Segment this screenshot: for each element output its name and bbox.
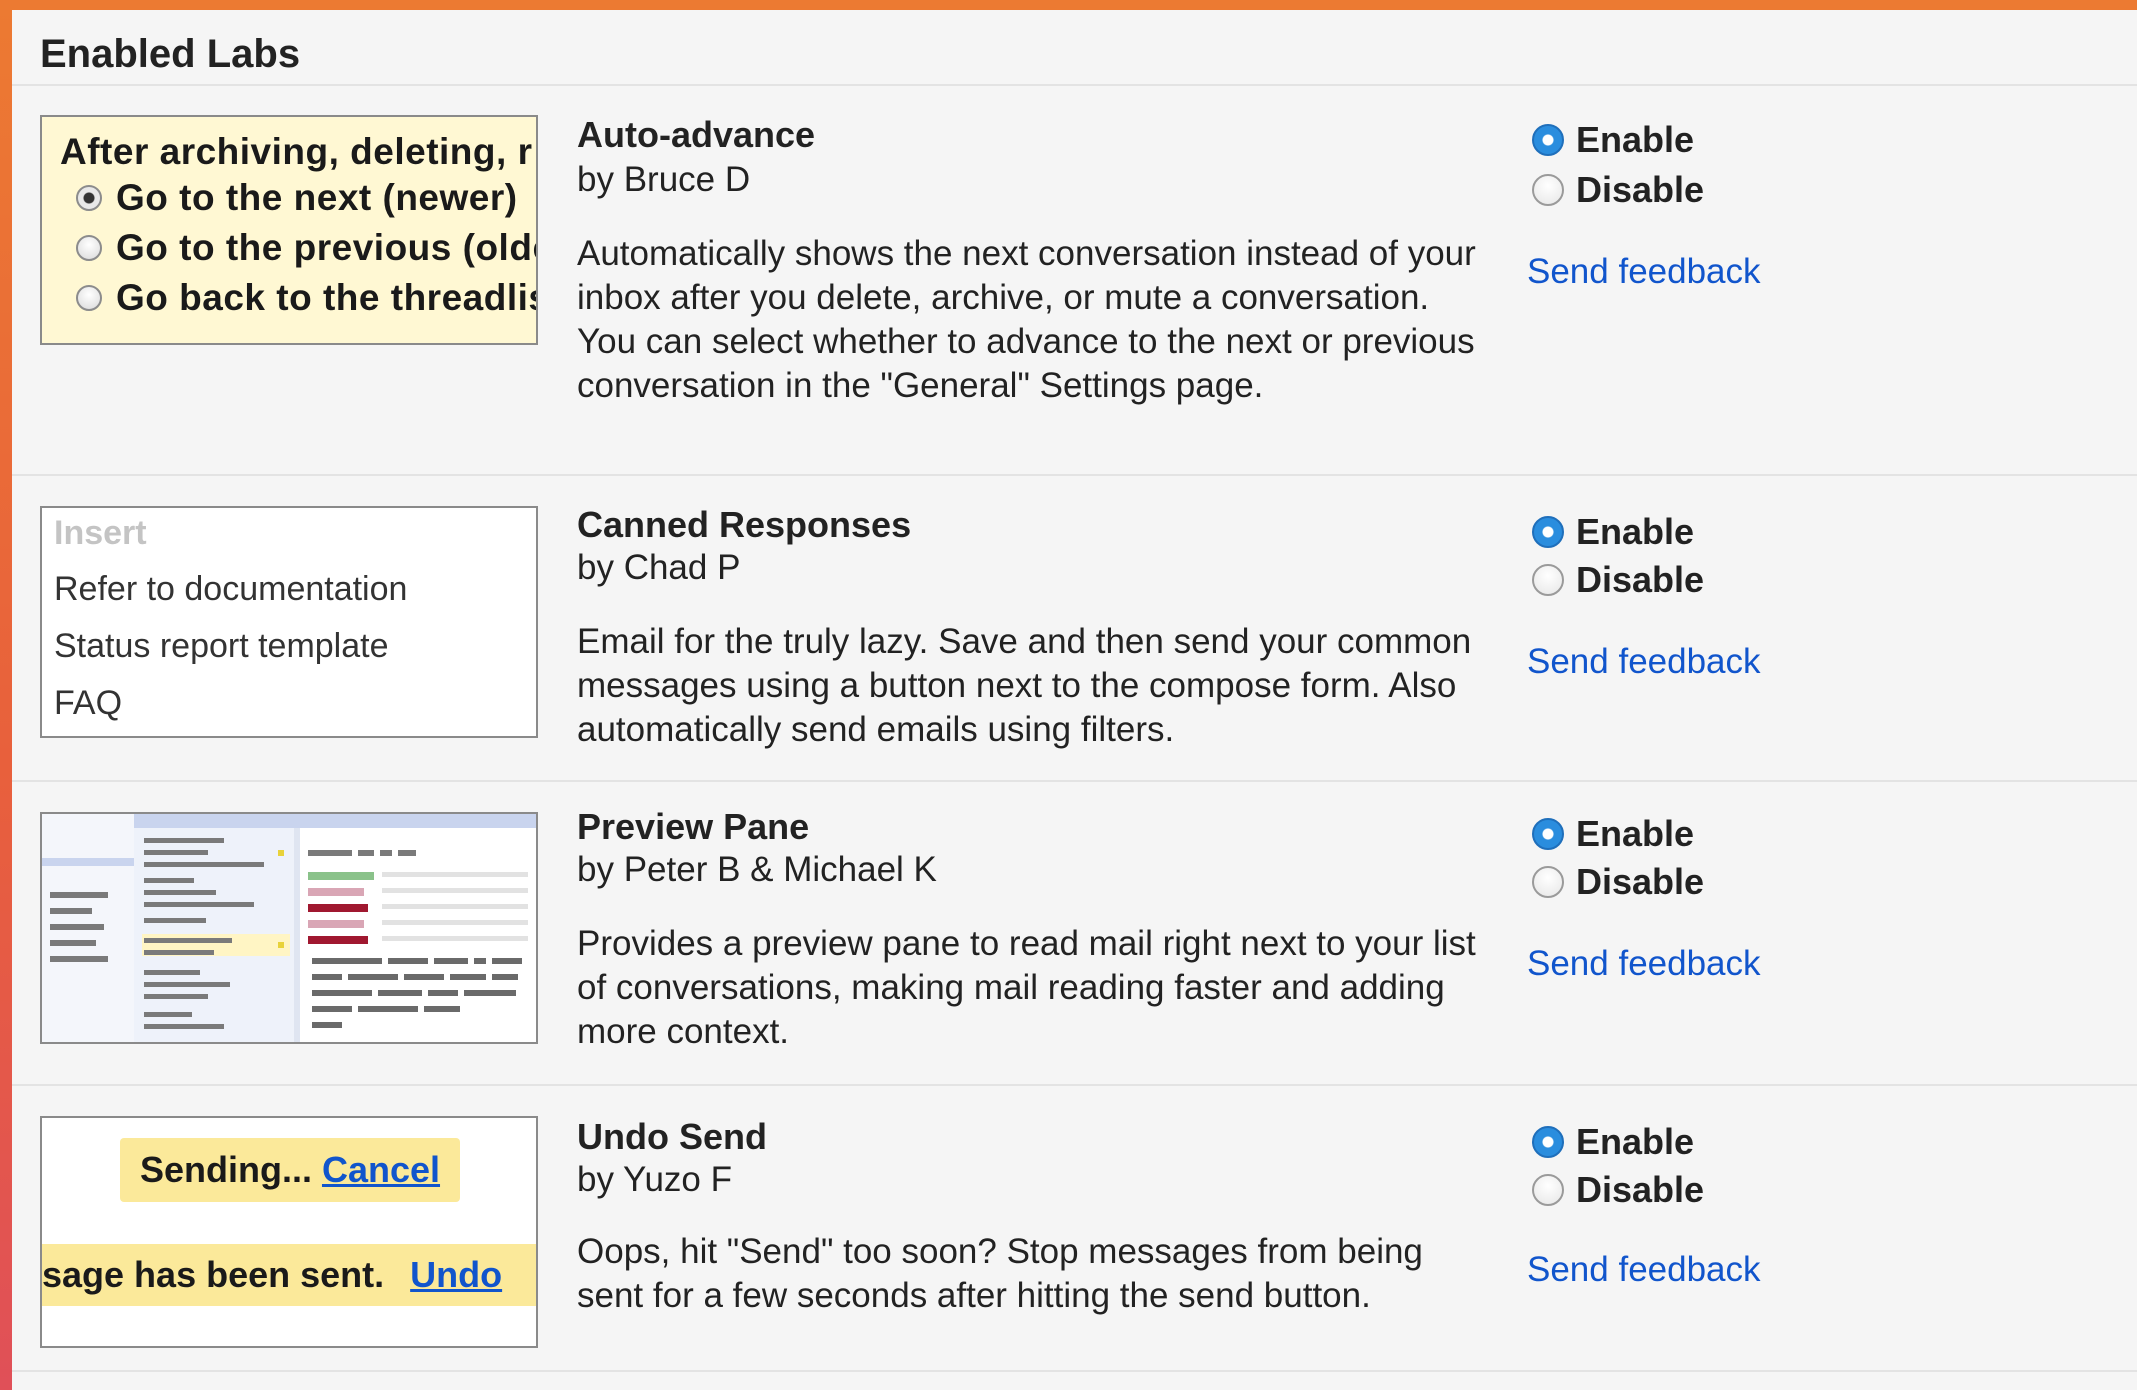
radio-unchecked-icon[interactable]: [1532, 564, 1564, 596]
auto-advance-preview: After archiving, deleting, r Go to the n…: [40, 115, 538, 345]
disable-radio[interactable]: Disable: [1532, 1168, 1704, 1212]
undo-send-preview: Sending... Cancel sage has been sent. Un…: [40, 1116, 538, 1348]
menu-item: Status report template: [54, 627, 389, 665]
radio-checked-icon[interactable]: [1532, 124, 1564, 156]
preview-setting-title: After archiving, deleting, r: [60, 131, 533, 172]
lab-author: by Chad P: [577, 548, 741, 587]
send-feedback-link[interactable]: Send feedback: [1527, 1250, 1761, 1290]
radio-unchecked-icon[interactable]: [1532, 866, 1564, 898]
disable-radio[interactable]: Disable: [1532, 558, 1704, 602]
lab-description: Provides a preview pane to read mail rig…: [577, 924, 1476, 1051]
radio-selected-icon: [76, 185, 102, 211]
enable-radio[interactable]: Enable: [1532, 812, 1694, 856]
enable-radio[interactable]: Enable: [1532, 118, 1694, 162]
lab-author: by Peter B & Michael K: [577, 850, 937, 889]
send-feedback-link[interactable]: Send feedback: [1527, 944, 1761, 984]
lab-name: Preview Pane: [577, 806, 810, 847]
labs-settings-page: Enabled Labs After archiving, deleting, …: [12, 10, 2137, 1390]
radio-checked-icon[interactable]: [1532, 818, 1564, 850]
radio-unchecked-icon[interactable]: [1532, 174, 1564, 206]
cancel-link: Cancel: [321, 1149, 441, 1190]
divider: [12, 1370, 2137, 1372]
preview-option: Go back to the threadlis: [76, 277, 536, 319]
lab-name: Auto-advance: [577, 114, 816, 155]
radio-unselected-icon: [76, 235, 102, 261]
lab-row-undo-send: Sending... Cancel sage has been sent. Un…: [12, 1084, 2137, 1390]
disable-radio[interactable]: Disable: [1532, 860, 1704, 904]
lab-name: Canned Responses: [577, 504, 912, 545]
window-frame: Enabled Labs After archiving, deleting, …: [0, 0, 2137, 1390]
preview-option: Go to the previous (olde: [76, 227, 536, 269]
lab-author: by Bruce D: [577, 160, 751, 199]
radio-unchecked-icon[interactable]: [1532, 1174, 1564, 1206]
lab-description: Oops, hit "Send" too soon? Stop messages…: [577, 1232, 1423, 1315]
sending-notice: Sending... Cancel: [120, 1138, 460, 1202]
lab-name: Undo Send: [577, 1116, 767, 1157]
section-title: Enabled Labs: [40, 32, 301, 76]
disable-radio[interactable]: Disable: [1532, 168, 1704, 212]
menu-header: Insert: [54, 514, 147, 552]
radio-checked-icon[interactable]: [1532, 516, 1564, 548]
enable-radio[interactable]: Enable: [1532, 510, 1694, 554]
send-feedback-link[interactable]: Send feedback: [1527, 642, 1761, 682]
radio-unselected-icon: [76, 285, 102, 311]
undo-link: Undo: [410, 1254, 503, 1295]
lab-row-auto-advance: After archiving, deleting, r Go to the n…: [12, 84, 2137, 444]
menu-item: Refer to documentation: [54, 570, 408, 608]
lab-description: Email for the truly lazy. Save and then …: [577, 622, 1472, 749]
menu-item: FAQ: [54, 684, 123, 722]
enable-radio[interactable]: Enable: [1532, 1120, 1694, 1164]
preview-pane-screenshot: [40, 812, 538, 1044]
preview-option: Go to the next (newer): [76, 177, 518, 219]
inbox-thumbnail-image: [42, 814, 536, 1042]
send-feedback-link[interactable]: Send feedback: [1527, 252, 1761, 292]
radio-checked-icon[interactable]: [1532, 1126, 1564, 1158]
lab-author: by Yuzo F: [577, 1160, 733, 1199]
sent-notice: sage has been sent. Undo: [42, 1244, 536, 1306]
canned-responses-preview: Insert Refer to documentation Status rep…: [40, 506, 538, 738]
lab-description: Automatically shows the next conversatio…: [577, 234, 1476, 405]
